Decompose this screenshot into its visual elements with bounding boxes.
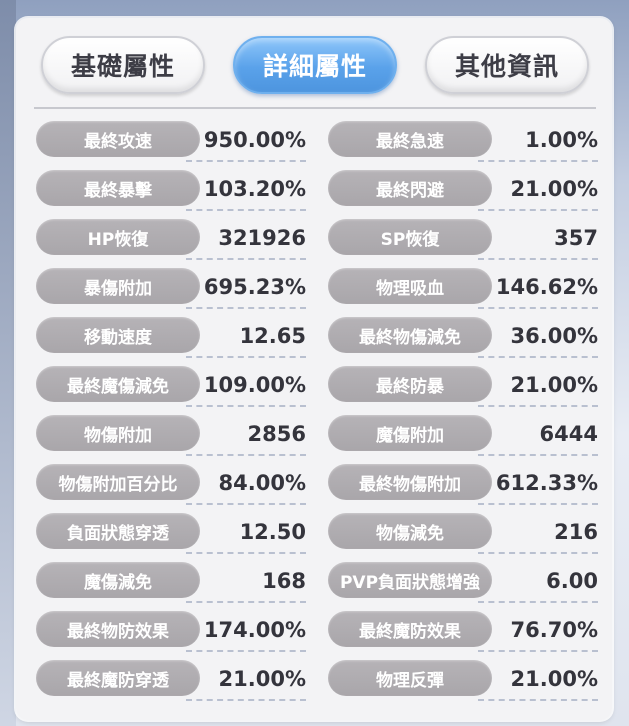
stat-label: SP恢復 <box>328 219 492 255</box>
stat-row: 最終魔防效果 76.70% <box>328 609 598 652</box>
stat-value: 103.20% <box>203 177 306 201</box>
stat-underline <box>186 209 306 211</box>
stat-value: 12.65 <box>239 324 306 348</box>
stat-underline <box>478 209 598 211</box>
stat-underline <box>478 258 598 260</box>
stat-underline <box>186 503 306 505</box>
stat-label: 最終魔傷減免 <box>36 366 200 402</box>
stat-underline <box>186 552 306 554</box>
stat-row: 物傷附加 2856 <box>36 413 306 456</box>
stat-underline <box>186 699 306 701</box>
stat-row: 魔傷附加 6444 <box>328 413 598 456</box>
stat-label: 物傷附加百分比 <box>36 464 200 500</box>
stat-value: 21.00% <box>510 667 598 691</box>
stat-value: 21.00% <box>218 667 306 691</box>
stat-label: 物傷減免 <box>328 513 492 549</box>
stat-label: 最終暴擊 <box>36 170 200 206</box>
stat-row: 最終物傷附加 612.33% <box>328 462 598 505</box>
stat-label: 最終物傷減免 <box>328 317 492 353</box>
stat-label: 最終物傷附加 <box>328 464 492 500</box>
stat-label: 魔傷附加 <box>328 415 492 451</box>
stat-row: 暴傷附加 695.23% <box>36 266 306 309</box>
stats-grid: 最終攻速 950.00% 最終暴擊 103.20% HP恢復 321926 暴傷附加 695.… <box>16 18 612 720</box>
stat-row: SP恢復 357 <box>328 217 598 260</box>
stat-underline <box>478 356 598 358</box>
stat-underline <box>186 454 306 456</box>
stat-value: 84.00% <box>218 471 306 495</box>
stat-row: 最終防暴 21.00% <box>328 364 598 407</box>
stat-row: 最終物傷減免 36.00% <box>328 315 598 358</box>
stat-value: 6444 <box>539 422 598 446</box>
stat-row: 最終暴擊 103.20% <box>36 168 306 211</box>
stat-underline <box>186 307 306 309</box>
stat-value: 357 <box>554 226 598 250</box>
stat-row: 物傷減免 216 <box>328 511 598 554</box>
stat-value: 950.00% <box>203 128 306 152</box>
stat-row: HP恢復 321926 <box>36 217 306 260</box>
stat-label: 物理吸血 <box>328 268 492 304</box>
stat-row: 物傷附加百分比 84.00% <box>36 462 306 505</box>
stat-value: 2856 <box>247 422 306 446</box>
stat-row: 最終急速 1.00% <box>328 119 598 162</box>
stat-row: 負面狀態穿透 12.50 <box>36 511 306 554</box>
stat-value: 1.00% <box>525 128 598 152</box>
stat-value: 612.33% <box>495 471 598 495</box>
stat-value: 6.00 <box>546 569 598 593</box>
stat-row: 魔傷減免 168 <box>36 560 306 603</box>
stat-label: 最終攻速 <box>36 121 200 157</box>
stat-underline <box>478 699 598 701</box>
stat-value: 76.70% <box>510 618 598 642</box>
stat-label: 最終魔防穿透 <box>36 660 200 696</box>
stat-label: 最終魔防效果 <box>328 611 492 647</box>
stat-value: 168 <box>262 569 306 593</box>
stat-value: 109.00% <box>203 373 306 397</box>
stat-value: 216 <box>554 520 598 544</box>
stat-value: 21.00% <box>510 373 598 397</box>
stat-underline <box>478 454 598 456</box>
stat-underline <box>186 258 306 260</box>
stat-underline <box>478 650 598 652</box>
stat-value: 21.00% <box>510 177 598 201</box>
stat-label: 最終急速 <box>328 121 492 157</box>
stat-value: 695.23% <box>203 275 306 299</box>
stat-underline <box>186 405 306 407</box>
attributes-panel: 基礎屬性 詳細屬性 其他資訊 最終攻速 950.00% 最終暴擊 103.20% HP恢… <box>16 18 612 720</box>
stat-underline <box>186 601 306 603</box>
stat-row: 物理吸血 146.62% <box>328 266 598 309</box>
stat-label: 物傷附加 <box>36 415 200 451</box>
stat-underline <box>186 160 306 162</box>
stat-label: PVP負面狀態增強 <box>328 562 492 598</box>
stat-underline <box>478 552 598 554</box>
stat-underline <box>186 356 306 358</box>
stat-value: 36.00% <box>510 324 598 348</box>
stat-underline <box>478 503 598 505</box>
background-edge <box>0 0 16 726</box>
stat-label: HP恢復 <box>36 219 200 255</box>
stat-row: 最終魔傷減免 109.00% <box>36 364 306 407</box>
stat-row: 最終物防效果 174.00% <box>36 609 306 652</box>
stat-value: 146.62% <box>495 275 598 299</box>
stat-label: 物理反彈 <box>328 660 492 696</box>
stat-row: 最終攻速 950.00% <box>36 119 306 162</box>
stat-underline <box>478 405 598 407</box>
stat-value: 12.50 <box>239 520 306 544</box>
stat-label: 暴傷附加 <box>36 268 200 304</box>
stat-underline <box>478 601 598 603</box>
stat-label: 最終物防效果 <box>36 611 200 647</box>
stat-row: 最終魔防穿透 21.00% <box>36 658 306 701</box>
stat-value: 174.00% <box>203 618 306 642</box>
stat-label: 最終閃避 <box>328 170 492 206</box>
stat-value: 321926 <box>218 226 306 250</box>
stat-underline <box>478 160 598 162</box>
stat-row: 最終閃避 21.00% <box>328 168 598 211</box>
stat-label: 最終防暴 <box>328 366 492 402</box>
stat-label: 移動速度 <box>36 317 200 353</box>
stat-row: PVP負面狀態增強 6.00 <box>328 560 598 603</box>
stat-row: 物理反彈 21.00% <box>328 658 598 701</box>
stat-row: 移動速度 12.65 <box>36 315 306 358</box>
stat-label: 負面狀態穿透 <box>36 513 200 549</box>
stat-underline <box>186 650 306 652</box>
stat-label: 魔傷減免 <box>36 562 200 598</box>
stat-underline <box>478 307 598 309</box>
